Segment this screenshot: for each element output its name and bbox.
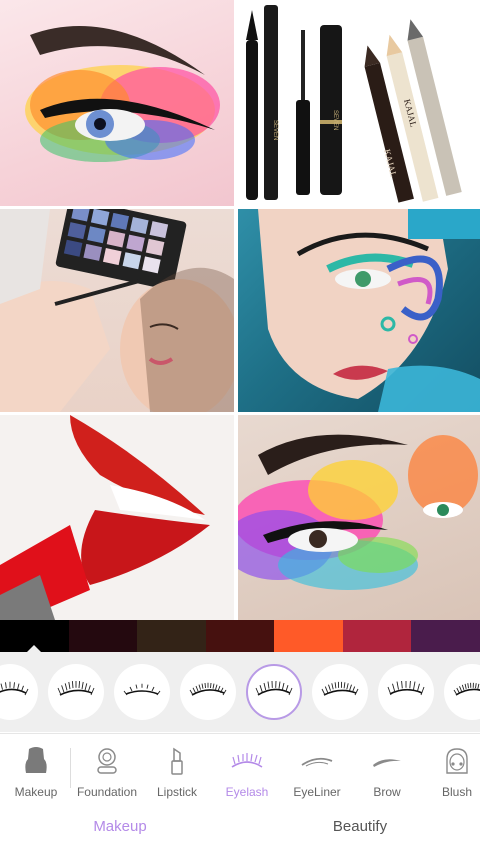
bottom-tab-bar: Makeup Beautify	[0, 806, 480, 853]
eyelash-style-option[interactable]	[312, 664, 368, 720]
rainbow-eyeshadow-photo	[0, 0, 234, 206]
brand-text: SEVEN	[272, 120, 278, 140]
category-lipstick[interactable]: Lipstick	[141, 734, 213, 806]
color-swatch[interactable]	[68, 620, 138, 652]
color-swatch[interactable]	[342, 620, 412, 652]
lipstick-icon	[160, 744, 194, 778]
eyelash-style-option[interactable]	[0, 664, 38, 720]
makeup-artist-palette-photo	[0, 209, 234, 412]
category-label: Makeup	[14, 785, 58, 799]
category-makeup[interactable]: Makeup	[0, 734, 72, 806]
category-bar: Makeup Foundation Lipstick Eyelash EyeLi…	[0, 733, 480, 805]
eyelash-icon	[230, 744, 264, 778]
eyelash-style-icon	[189, 682, 227, 696]
eyelash-style-option[interactable]	[246, 664, 302, 720]
category-label: Foundation	[76, 785, 138, 799]
category-label: Blush	[441, 785, 473, 799]
category-label: Eyelash	[225, 785, 269, 799]
photo-collage: SEVEN SEVEN KAJAL KAJAL	[0, 0, 480, 620]
eyelash-style-option[interactable]	[48, 664, 104, 720]
color-swatch[interactable]	[137, 620, 206, 652]
category-foundation[interactable]: Foundation	[71, 734, 143, 806]
compact-icon	[90, 744, 124, 778]
eyelash-style-icon	[387, 681, 425, 696]
colorful-eye-art-photo	[238, 415, 480, 620]
brand-text: SEVEN	[332, 110, 338, 130]
eyelash-style-option[interactable]	[444, 664, 480, 720]
color-swatch-strip	[0, 620, 480, 652]
eyelash-style-option[interactable]	[180, 664, 236, 720]
category-label: EyeLiner	[293, 785, 341, 799]
eyelash-style-icon	[123, 683, 161, 696]
color-swatch[interactable]	[205, 620, 275, 652]
eyelash-style-icon	[57, 681, 95, 696]
category-brow[interactable]: Brow	[351, 734, 423, 806]
eyelash-style-option[interactable]	[378, 664, 434, 720]
eyelash-style-picker[interactable]	[0, 652, 480, 732]
color-swatch[interactable]	[411, 620, 480, 652]
makeup-silhouette-icon	[19, 744, 53, 778]
tab-makeup[interactable]: Makeup	[0, 806, 240, 853]
category-eyelash[interactable]: Eyelash	[211, 734, 283, 806]
eyelash-style-option[interactable]	[114, 664, 170, 720]
category-label: Lipstick	[156, 785, 197, 799]
color-swatch[interactable]	[274, 620, 343, 652]
category-label: Brow	[373, 785, 401, 799]
eyelash-style-icon	[321, 681, 359, 696]
category-blush[interactable]: Blush	[421, 734, 480, 806]
face-blush-icon	[440, 744, 474, 778]
category-eyeliner[interactable]: EyeLiner	[281, 734, 353, 806]
eyelash-style-icon	[255, 681, 293, 696]
tab-beautify[interactable]: Beautify	[240, 806, 480, 853]
eyeliner-icon	[300, 744, 334, 778]
color-swatch[interactable]	[0, 620, 69, 652]
red-lipstick-photo	[0, 415, 234, 620]
eyelash-style-icon	[453, 682, 480, 696]
face-paint-swirl-photo	[238, 209, 480, 412]
eyelash-style-icon	[0, 681, 29, 696]
brow-icon	[370, 744, 404, 778]
eyeliner-mascara-kajal-photo: SEVEN SEVEN KAJAL KAJAL	[238, 0, 480, 206]
